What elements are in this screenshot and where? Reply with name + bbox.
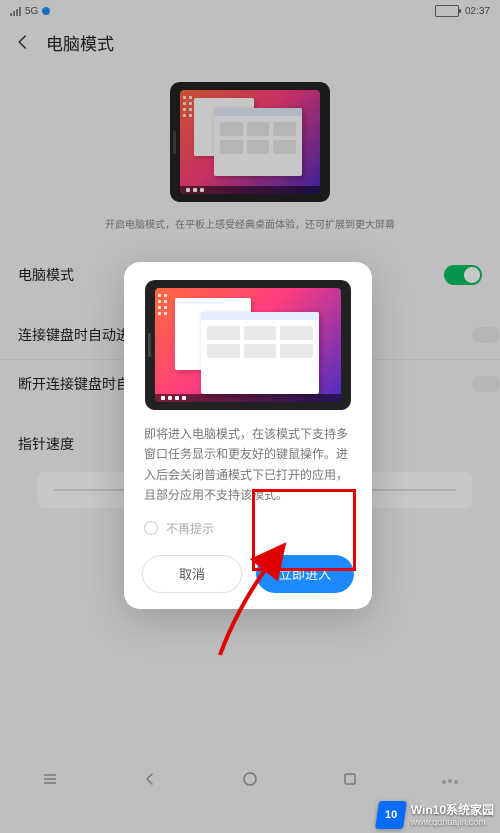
dont-show-again[interactable]: 不再提示 [142,520,354,537]
modal-description: 即将进入电脑模式，在该模式下支持多窗口任务显示和更友好的键鼠操作。进入后会关闭普… [142,424,354,506]
confirm-button[interactable]: 立即进入 [256,555,354,593]
watermark-logo-icon: 10 [375,801,407,829]
watermark-brand: Win10系统家园 [411,804,494,816]
watermark: 10 Win10系统家园 www.qdhuajin.com [377,801,494,829]
cancel-button[interactable]: 取消 [142,555,242,593]
watermark-url: www.qdhuajin.com [411,818,494,827]
dont-show-label: 不再提示 [166,520,214,537]
confirm-modal: 即将进入电脑模式，在该模式下支持多窗口任务显示和更友好的键鼠操作。进入后会关闭普… [124,262,372,609]
settings-screen: 5G 02:37 电脑模式 开启电脑模式，在平板上感受经典桌面体验，还可扩展到更… [0,0,500,833]
checkbox-icon[interactable] [144,521,158,535]
modal-illustration [145,280,351,410]
modal-buttons: 取消 立即进入 [142,555,354,593]
